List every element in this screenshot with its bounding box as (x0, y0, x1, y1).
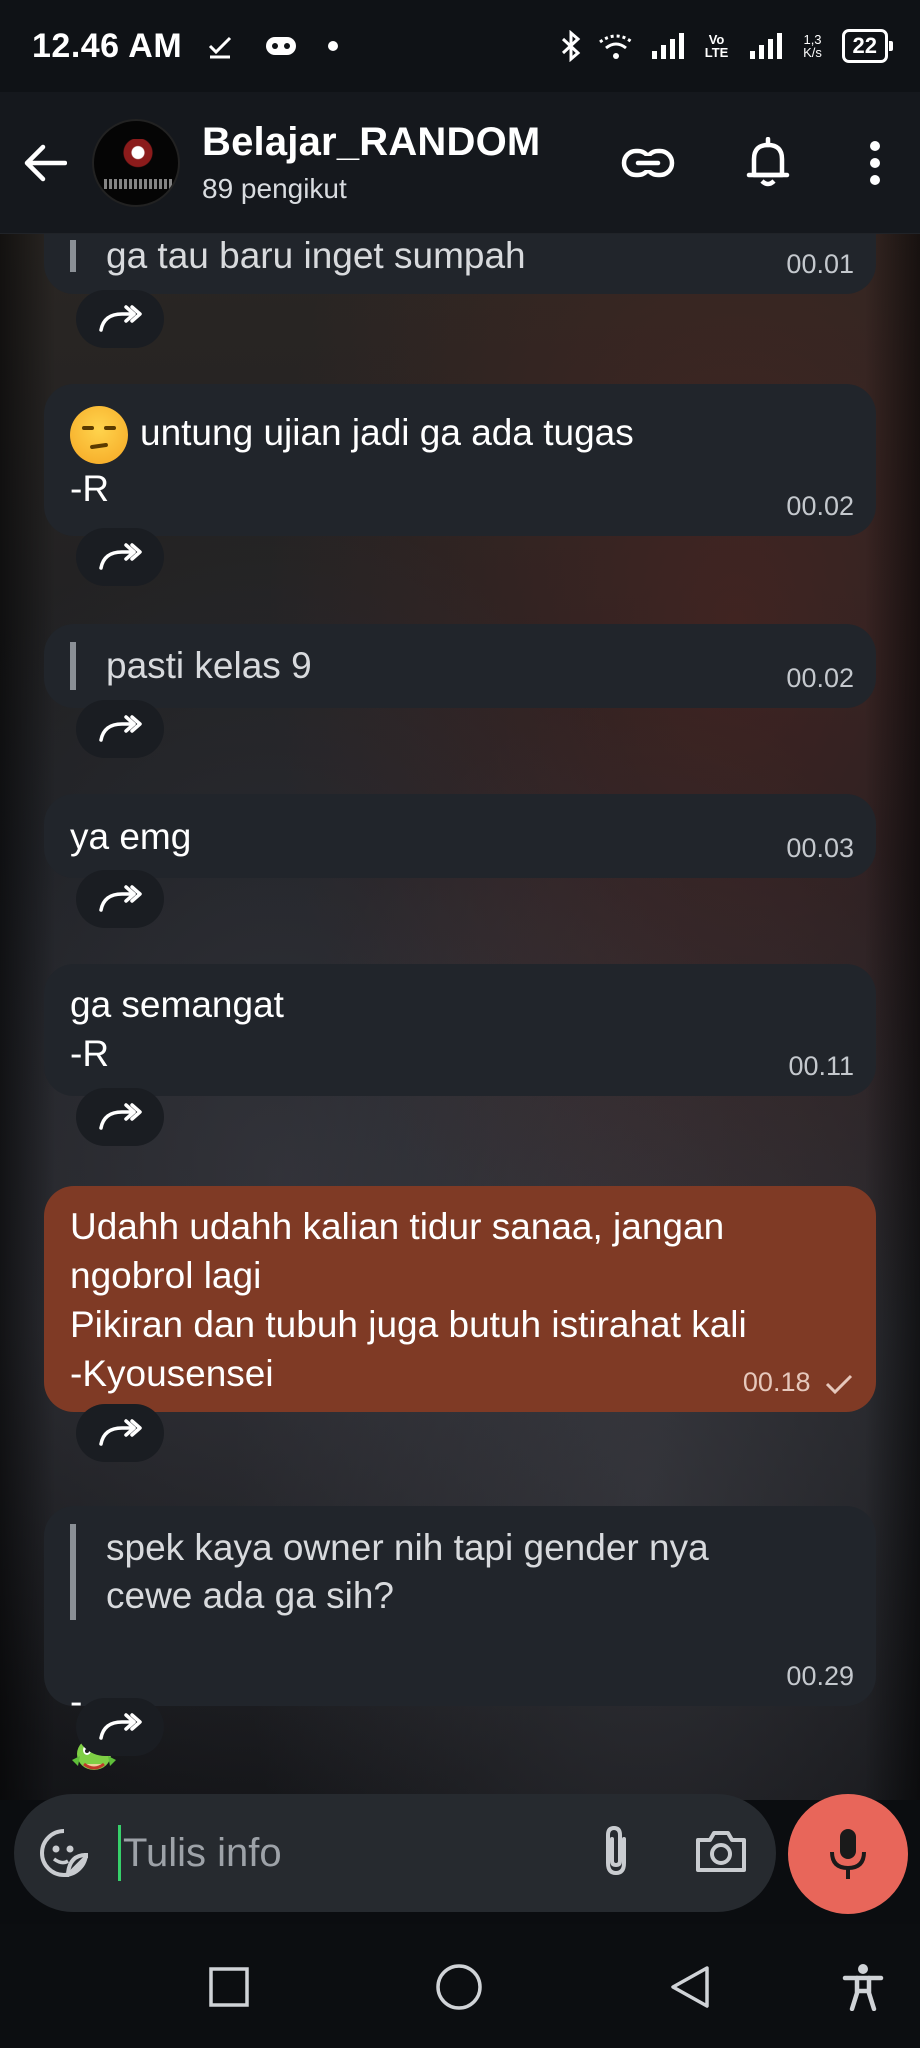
notification-dot-icon (328, 41, 339, 51)
message-time: 00.02 (786, 491, 854, 521)
message-bubble[interactable]: ya emg 00.03 (44, 794, 876, 878)
check-download-icon (209, 36, 232, 59)
wifi-icon (598, 34, 633, 59)
message-time: 00.03 (786, 833, 854, 863)
forward-button[interactable] (76, 1404, 164, 1462)
status-bar: 12.46 AM Vo LTE 1,3 K/s 22 (0, 0, 920, 92)
message-bubble[interactable]: pasti kelas 9 00.02 (44, 624, 876, 708)
recents-button[interactable] (204, 1962, 254, 2012)
own-message-bubble[interactable]: Udahh udahh kalian tidur sanaa, jangan n… (44, 1186, 876, 1412)
triangle-back-icon (671, 1966, 709, 2008)
channel-avatar[interactable] (92, 118, 180, 207)
quoted-text: pasti kelas 9 (70, 642, 852, 690)
message-time: 00.29 (786, 1661, 854, 1691)
volte-label: Vo LTE (704, 32, 729, 60)
status-time: 12.46 AM (32, 26, 183, 65)
forward-icon (99, 1103, 142, 1130)
forward-icon (99, 715, 142, 742)
message-time: 00.11 (788, 1051, 854, 1081)
circle-icon (436, 1964, 482, 2010)
message-input[interactable]: Tulis info (118, 1825, 282, 1881)
signal-icon-2 (749, 33, 782, 59)
channel-title: Belajar_RANDOM (202, 120, 541, 164)
message-text: ya emg (70, 816, 192, 857)
forward-button[interactable] (76, 290, 164, 348)
notification-button[interactable] (740, 135, 796, 191)
logo-icon (116, 138, 160, 173)
more-options-button[interactable] (860, 135, 890, 191)
message-bubble[interactable]: ga semangat -R 00.11 (44, 964, 876, 1096)
attach-button[interactable] (598, 1823, 634, 1884)
system-nav-bar (0, 1924, 920, 2048)
message-composer: Tulis info (14, 1794, 776, 1912)
unamused-face-icon (70, 406, 128, 464)
message-text: Udahh udahh kalian tidur sanaa, jangan n… (70, 1206, 747, 1394)
back-nav-button[interactable] (664, 1962, 714, 2012)
bluetooth-icon (561, 30, 580, 62)
signal-icon (651, 33, 684, 59)
camera-button[interactable] (694, 1828, 748, 1879)
battery-icon: 22 (841, 29, 894, 63)
forward-icon (99, 1419, 142, 1446)
forward-button[interactable] (76, 1698, 164, 1756)
gamepad-icon (266, 37, 297, 55)
arrow-left-icon (24, 144, 67, 181)
message-text: ga semangat -R (70, 984, 284, 1074)
quoted-text: ga tau baru inget sumpah (70, 237, 852, 274)
accessibility-button[interactable] (838, 1962, 888, 2012)
channel-info[interactable]: Belajar_RANDOM 89 pengikut (202, 120, 540, 205)
forward-button[interactable] (76, 700, 164, 758)
message-bubble[interactable]: spek kaya owner nih tapi gender nya cewe… (44, 1506, 876, 1771)
channel-followers: 89 pengikut (202, 173, 347, 204)
forward-button[interactable] (76, 870, 164, 928)
forward-icon (99, 543, 142, 570)
home-button[interactable] (434, 1962, 484, 2012)
link-icon (621, 148, 675, 177)
microphone-icon (830, 1829, 866, 1879)
forward-button[interactable] (76, 528, 164, 586)
sticker-icon (40, 1829, 88, 1877)
camera-icon (696, 1830, 746, 1872)
forward-button[interactable] (76, 1088, 164, 1146)
forward-icon (99, 305, 142, 332)
message-text: untung ujian jadi ga ada tugas -R (70, 411, 634, 509)
message-time: 00.02 (786, 663, 854, 693)
message-bubble[interactable]: untung ujian jadi ga ada tugas -R 00.02 (44, 384, 876, 536)
message-time: 00.18 (743, 1367, 854, 1398)
back-button[interactable] (20, 138, 70, 188)
bell-icon (746, 136, 790, 186)
square-icon (209, 1967, 249, 2007)
accessibility-icon (842, 1964, 884, 2011)
sticker-button[interactable] (36, 1825, 92, 1881)
forward-icon (99, 1713, 142, 1740)
chat-area[interactable]: ga tau baru inget sumpah 00.01 untung uj… (0, 234, 920, 1800)
sent-check-icon (825, 1374, 853, 1394)
voice-record-button[interactable] (788, 1794, 908, 1914)
channel-header: Belajar_RANDOM 89 pengikut (0, 92, 920, 234)
message-time: 00.01 (786, 249, 854, 279)
link-button[interactable] (620, 135, 676, 191)
net-speed: 1,3 K/s (803, 32, 822, 60)
quoted-text: spek kaya owner nih tapi gender nya cewe… (70, 1524, 790, 1620)
more-vertical-icon (870, 140, 880, 185)
message-bubble[interactable]: ga tau baru inget sumpah 00.01 (44, 234, 876, 294)
forward-icon (99, 885, 142, 912)
paperclip-icon (606, 1825, 626, 1875)
